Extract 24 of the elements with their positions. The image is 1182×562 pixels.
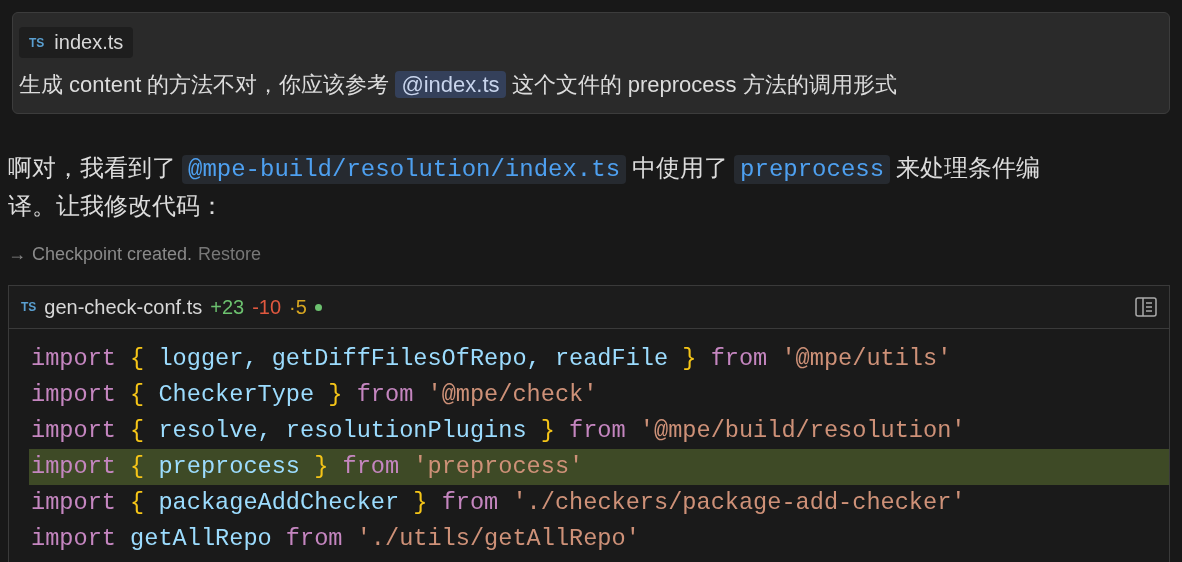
restore-link[interactable]: Restore <box>198 244 262 265</box>
message-text: 生成 content 的方法不对，你应该参考 <box>19 72 390 97</box>
panel-icon[interactable] <box>1135 297 1157 317</box>
diff-stat: -10 <box>252 295 282 319</box>
file-type-label: TS <box>21 300 37 314</box>
arrow-icon: → <box>8 244 26 265</box>
diff-stat: +23 <box>210 295 245 319</box>
checkpoint-text: Checkpoint created. <box>32 244 193 265</box>
message-text: 中使用了 <box>632 154 729 181</box>
message-text: 啊对，我看到了 <box>8 154 176 181</box>
message-text: 译。让我修改代码： <box>8 192 224 219</box>
file-mention[interactable]: @index.ts <box>395 71 506 98</box>
message-text: 这个文件的 preprocess 方法的调用形式 <box>511 72 897 97</box>
file-name: gen-check-conf.ts <box>44 295 203 319</box>
file-chip[interactable]: TS index.ts <box>19 27 134 58</box>
diff-stat: ·5 <box>289 295 307 319</box>
code-line: import { logger, getDiffFilesOfRepo, readFile } from '@mpe/utils' <box>30 344 953 374</box>
code-line: import { CheckerType } from '@mpe/check' <box>30 380 599 410</box>
inline-code: preprocess <box>734 155 891 184</box>
code-line: import { resolve, resolutionPlugins } from '@mpe/build/resolution' <box>30 416 967 446</box>
inline-code: @mpe-build/resolution/index.ts <box>182 155 627 184</box>
code-line: import { packageAddChecker } from './checkers/package-add-checker' <box>30 488 967 518</box>
code-line: import getAllRepo from './utils/getAllRepo' <box>30 524 641 554</box>
message-text: 来处理条件编 <box>896 154 1041 181</box>
